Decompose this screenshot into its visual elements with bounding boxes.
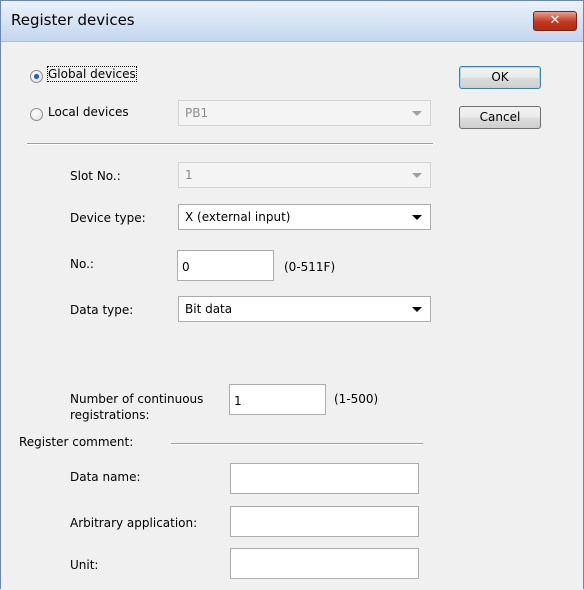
unit-input-box[interactable] [230,548,419,579]
arbitrary-application-input-box[interactable] [230,506,419,537]
separator [27,143,433,145]
local-device-select[interactable]: PB1 [178,100,431,126]
continuous-input-box[interactable] [229,384,326,415]
unit-label: Unit: [70,558,99,572]
continuous-label-line1: Number of continuous [70,392,204,406]
cancel-button[interactable]: Cancel [459,106,541,129]
device-type-value: X (external input) [185,210,291,224]
close-icon: ✕ [549,13,561,28]
local-devices-radio[interactable] [30,108,43,121]
chevron-down-icon [412,215,422,220]
ok-button[interactable]: OK [459,66,541,89]
chevron-down-icon [412,307,422,312]
comment-separator [171,443,423,445]
number-range: (0-511F) [284,260,336,274]
data-type-value: Bit data [185,302,233,316]
data-name-label: Data name: [70,470,141,484]
local-devices-label[interactable]: Local devices [48,105,129,119]
arbitrary-application-input[interactable] [231,507,418,536]
global-devices-label[interactable]: Global devices [47,66,137,82]
dialog-body: Global devices Local devices PB1 OK Canc… [1,42,583,590]
slot-no-select[interactable]: 1 [178,162,431,188]
device-type-label: Device type: [70,211,146,225]
number-input-box[interactable] [177,250,274,281]
global-devices-radio[interactable] [30,70,43,83]
arbitrary-application-label: Arbitrary application: [70,516,198,530]
slot-no-label: Slot No.: [70,169,121,183]
title-bar[interactable]: Register devices ✕ [1,1,583,42]
radio-selected-dot [34,74,39,79]
data-type-label: Data type: [70,303,134,317]
unit-input[interactable] [231,549,418,578]
dialog-title: Register devices [11,11,135,29]
register-devices-dialog: Register devices ✕ Global devices Local … [0,0,584,590]
number-input[interactable] [178,251,273,280]
continuous-input[interactable] [230,385,325,414]
local-device-value: PB1 [185,106,209,120]
data-name-input[interactable] [231,464,418,493]
continuous-label-line2: registrations: [70,408,150,422]
close-button[interactable]: ✕ [533,11,577,31]
continuous-range: (1-500) [334,392,379,406]
device-type-select[interactable]: X (external input) [178,204,431,230]
number-label: No.: [70,257,94,271]
register-comment-label: Register comment: [19,435,134,449]
chevron-down-icon [412,173,422,178]
chevron-down-icon [412,111,422,116]
slot-no-value: 1 [185,168,193,182]
data-type-select[interactable]: Bit data [178,296,431,322]
data-name-input-box[interactable] [230,463,419,494]
